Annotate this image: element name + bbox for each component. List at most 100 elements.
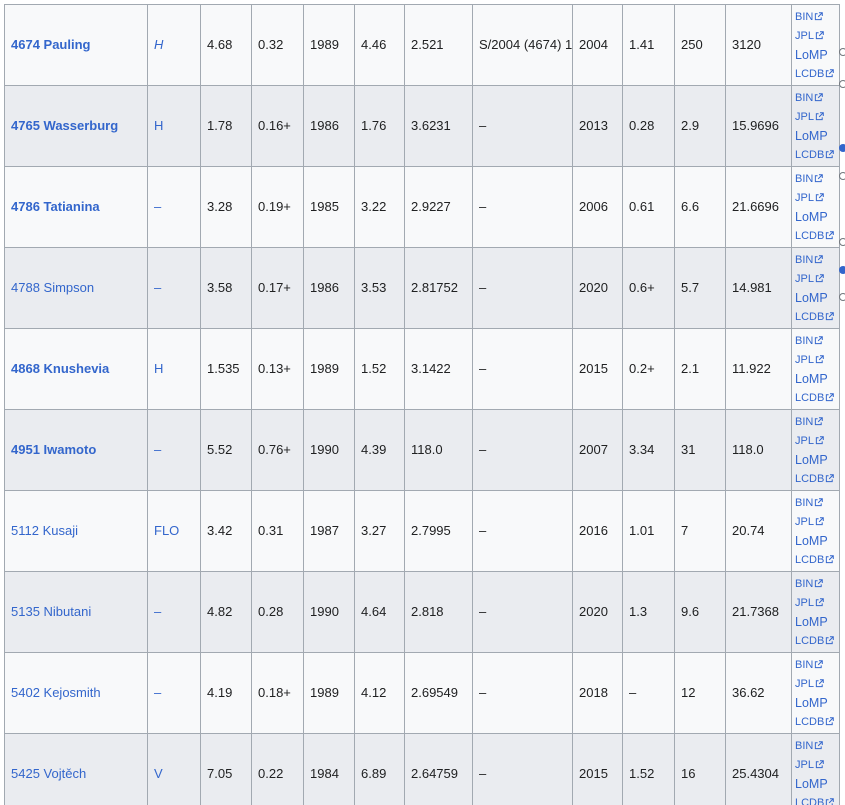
asteroid-name-link[interactable]: 4674 Pauling — [11, 37, 90, 52]
ref-link-bin[interactable]: BIN — [795, 333, 839, 349]
name-cell: 5135 Nibutani — [4, 571, 148, 653]
reference-links: BIN JPL LoMP LCDB — [795, 495, 839, 568]
data-cell: 2.81752 — [404, 247, 473, 329]
ref-link-label: BIN — [795, 658, 814, 671]
name-cell: 5112 Kusaji — [4, 490, 148, 572]
table-row: 4788 Simpson –3.58 0.17+ 1986 3.53 2.81752–20… — [4, 247, 840, 329]
type-cell: H — [147, 4, 201, 86]
ref-link-label: LoMP — [795, 452, 828, 467]
data-cell: 0.19+ — [251, 166, 304, 248]
data-cell: 7.05 — [200, 733, 252, 805]
ref-link-lcdb[interactable]: LCDB — [795, 390, 839, 406]
ref-link-bin[interactable]: BIN — [795, 738, 839, 754]
data-cell: 2018 — [572, 652, 623, 734]
orbit-type-link[interactable]: – — [154, 604, 161, 619]
ref-link-lcdb[interactable]: LCDB — [795, 147, 839, 163]
ref-link-lomp[interactable]: LoMP — [795, 533, 839, 549]
data-cell: 1989 — [303, 4, 355, 86]
data-cell: 1.3 — [622, 571, 675, 653]
data-cell: 0.6+ — [622, 247, 675, 329]
external-link-icon — [815, 578, 824, 587]
ref-link-lcdb[interactable]: LCDB — [795, 552, 839, 568]
data-cell: 1986 — [303, 85, 355, 167]
data-cell: 1990 — [303, 571, 355, 653]
asteroid-name-link[interactable]: 4786 Tatianina — [11, 199, 100, 214]
ref-link-bin[interactable]: BIN — [795, 252, 839, 268]
ref-link-jpl[interactable]: JPL — [795, 109, 839, 125]
ref-link-bin[interactable]: BIN — [795, 90, 839, 106]
ref-link-bin[interactable]: BIN — [795, 657, 839, 673]
orbit-type-link[interactable]: – — [154, 442, 161, 457]
satellite-designation-cell: – — [472, 490, 573, 572]
ref-link-lomp[interactable]: LoMP — [795, 371, 839, 387]
data-cell: 3.42 — [200, 490, 252, 572]
data-cell: 3.22 — [354, 166, 405, 248]
ref-link-lcdb[interactable]: LCDB — [795, 795, 839, 805]
asteroid-name-link[interactable]: 5112 Kusaji — [11, 523, 78, 538]
ref-link-lomp[interactable]: LoMP — [795, 452, 839, 468]
data-cell: 2016 — [572, 490, 623, 572]
ref-link-lomp[interactable]: LoMP — [795, 695, 839, 711]
external-link-icon — [826, 149, 835, 158]
orbit-type-link[interactable]: FLO — [154, 523, 179, 538]
ref-link-label: JPL — [795, 515, 814, 528]
data-cell: 3120 — [725, 4, 792, 86]
data-cell: 1.52 — [622, 733, 675, 805]
ref-link-jpl[interactable]: JPL — [795, 514, 839, 530]
orbit-type-link[interactable]: H — [154, 37, 163, 52]
binary-asteroid-table: 4674 Pauling H 4.68 0.32 1989 4.46 2.521 S/2004… — [4, 4, 840, 805]
orbit-type-link[interactable]: – — [154, 199, 161, 214]
ref-link-bin[interactable]: BIN — [795, 495, 839, 511]
ref-link-bin[interactable]: BIN — [795, 171, 839, 187]
asteroid-name-link[interactable]: 4868 Knushevia — [11, 361, 109, 376]
data-cell: 2013 — [572, 85, 623, 167]
asteroid-name-link[interactable]: 4951 Iwamoto — [11, 442, 96, 457]
ref-link-lcdb[interactable]: LCDB — [795, 66, 839, 82]
orbit-type-link[interactable]: – — [154, 685, 161, 700]
ref-link-lcdb[interactable]: LCDB — [795, 714, 839, 730]
ref-link-jpl[interactable]: JPL — [795, 28, 839, 44]
asteroid-name-link[interactable]: 5135 Nibutani — [11, 604, 91, 619]
references-cell: BIN JPL LoMP LCDB — [791, 166, 840, 248]
ref-link-lomp[interactable]: LoMP — [795, 47, 839, 63]
ref-link-lomp[interactable]: LoMP — [795, 128, 839, 144]
external-link-icon — [815, 111, 824, 120]
references-cell: BIN JPL LoMP LCDB — [791, 571, 840, 653]
ref-link-jpl[interactable]: JPL — [795, 433, 839, 449]
ref-link-jpl[interactable]: JPL — [795, 757, 839, 773]
ref-link-lcdb[interactable]: LCDB — [795, 471, 839, 487]
asteroid-name-link[interactable]: 5402 Kejosmith — [11, 685, 101, 700]
ref-link-bin[interactable]: BIN — [795, 9, 839, 25]
ref-link-lcdb[interactable]: LCDB — [795, 228, 839, 244]
external-link-icon — [815, 759, 824, 768]
satellite-designation-cell: – — [472, 571, 573, 653]
ref-link-jpl[interactable]: JPL — [795, 676, 839, 692]
orbit-type-link[interactable]: V — [154, 766, 163, 781]
asteroid-name-link[interactable]: 4788 Simpson — [11, 280, 94, 295]
asteroid-name-link[interactable]: 5425 Vojtěch — [11, 766, 86, 781]
ref-link-label: LCDB — [795, 67, 825, 80]
ref-link-jpl[interactable]: JPL — [795, 190, 839, 206]
references-cell: BIN JPL LoMP LCDB — [791, 4, 840, 86]
ref-link-bin[interactable]: BIN — [795, 576, 839, 592]
ref-link-lomp[interactable]: LoMP — [795, 290, 839, 306]
ref-link-lomp[interactable]: LoMP — [795, 614, 839, 630]
reference-links: BIN JPL LoMP LCDB — [795, 576, 839, 649]
name-cell: 4786 Tatianina — [4, 166, 148, 248]
ref-link-jpl[interactable]: JPL — [795, 595, 839, 611]
orbit-type-link[interactable]: H — [154, 361, 163, 376]
ref-link-lcdb[interactable]: LCDB — [795, 633, 839, 649]
orbit-type-link[interactable]: – — [154, 280, 161, 295]
data-cell: 2015 — [572, 733, 623, 805]
orbit-type-link[interactable]: H — [154, 118, 163, 133]
ref-link-lomp[interactable]: LoMP — [795, 776, 839, 792]
external-link-icon — [815, 740, 824, 749]
data-cell: 5.52 — [200, 409, 252, 491]
ref-link-jpl[interactable]: JPL — [795, 271, 839, 287]
asteroid-name-link[interactable]: 4765 Wasserburg — [11, 118, 118, 133]
ref-link-lcdb[interactable]: LCDB — [795, 309, 839, 325]
ref-link-jpl[interactable]: JPL — [795, 352, 839, 368]
type-cell: – — [147, 166, 201, 248]
ref-link-lomp[interactable]: LoMP — [795, 209, 839, 225]
ref-link-bin[interactable]: BIN — [795, 414, 839, 430]
